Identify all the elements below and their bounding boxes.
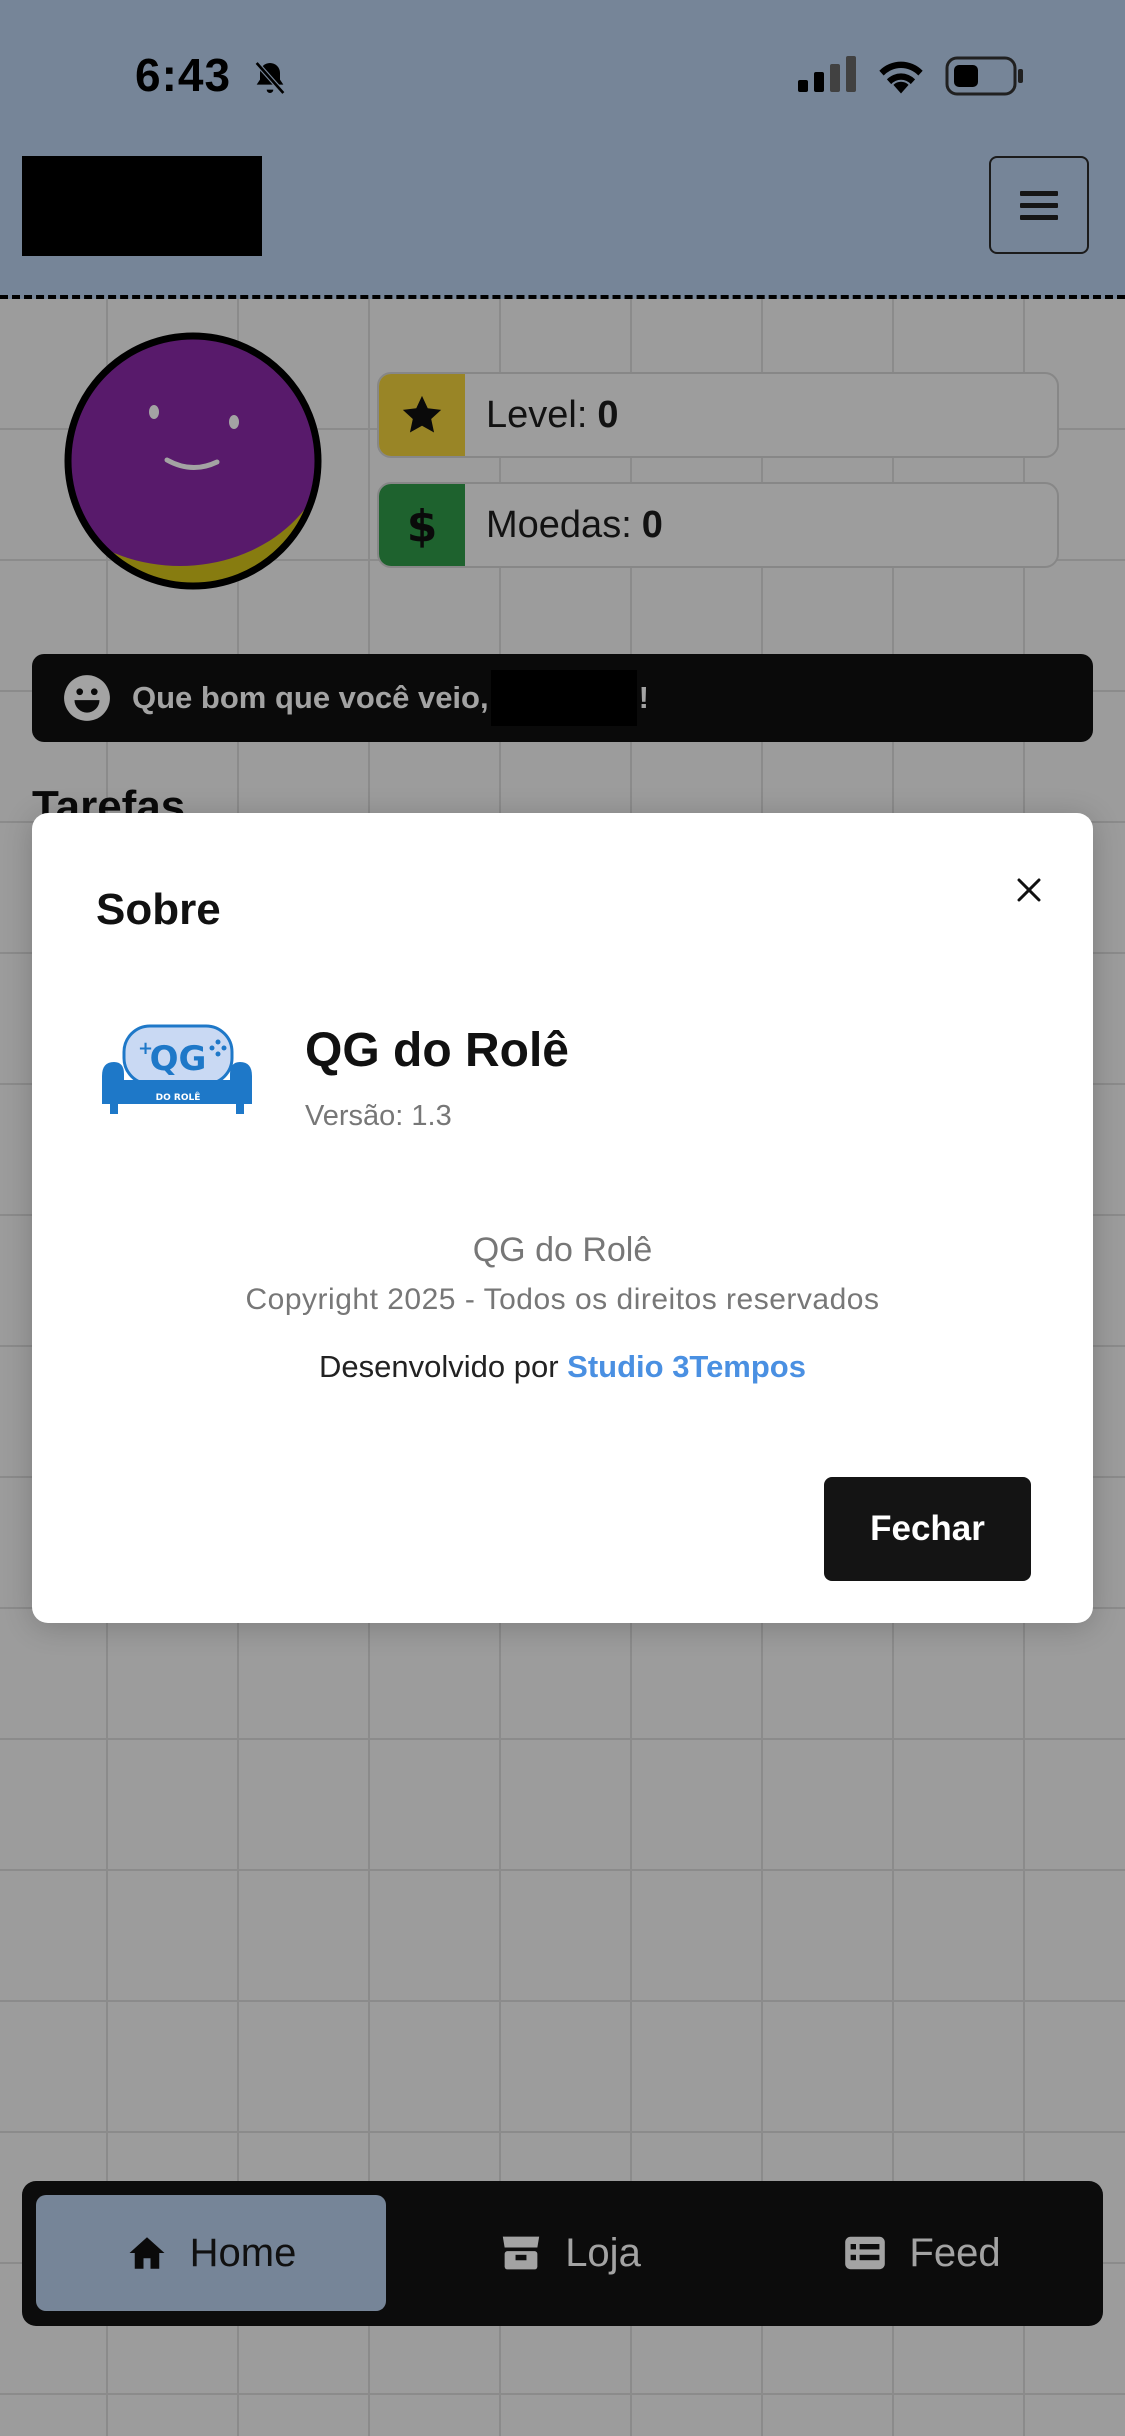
about-modal: Sobre QG + DO ROLÊ QG do Rolê Versão: 1.… — [32, 813, 1093, 1623]
developed-by: Desenvolvido por Studio 3Tempos — [32, 1349, 1093, 1385]
logo-text-main: QG — [150, 1039, 207, 1079]
copyright-text: Copyright 2025 - Todos os direitos reser… — [245, 1283, 880, 1316]
app-name: QG do Rolê — [305, 1024, 569, 1077]
logo-text-sub: DO ROLÊ — [156, 1091, 201, 1103]
developer-link[interactable]: Studio 3Tempos — [567, 1349, 806, 1384]
developed-by-prefix: Desenvolvido por — [319, 1349, 559, 1384]
modal-title: Sobre — [96, 885, 221, 934]
fechar-button[interactable]: Fechar — [824, 1477, 1031, 1581]
app-logo: QG + DO ROLÊ — [102, 1024, 252, 1114]
close-icon — [1017, 878, 1041, 902]
svg-text:+: + — [138, 1038, 153, 1059]
app-version: Versão: 1.3 — [305, 1100, 452, 1132]
close-button[interactable] — [1004, 865, 1054, 915]
about-app-name: QG do Rolê — [472, 1231, 653, 1269]
